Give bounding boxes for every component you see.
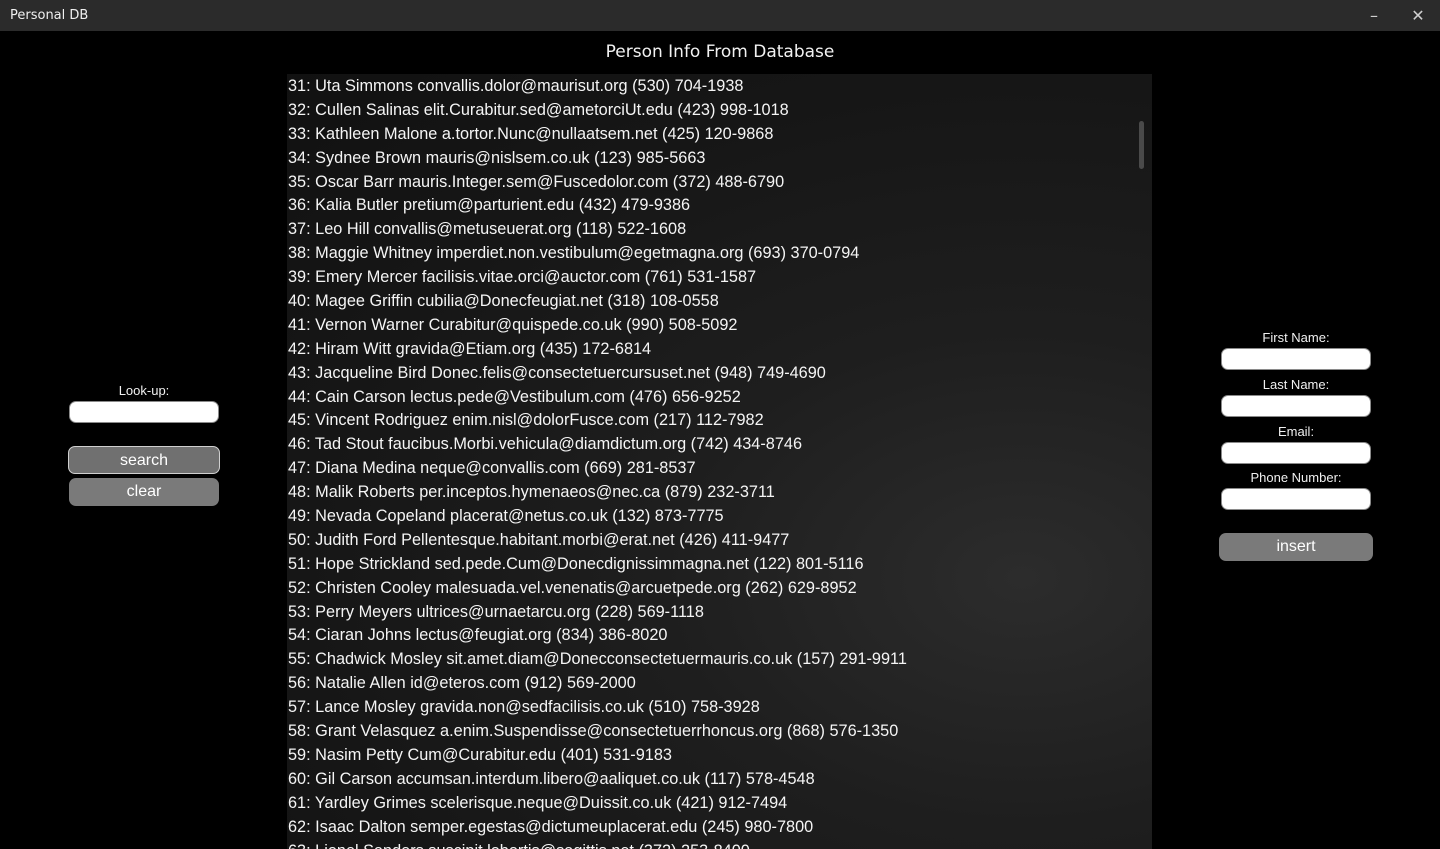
list-item[interactable]: 39: Emery Mercer facilisis.vitae.orci@au… bbox=[288, 266, 1134, 290]
window-title: Personal DB bbox=[10, 8, 89, 23]
title-bar[interactable]: Personal DB – ✕ bbox=[0, 0, 1440, 31]
lookup-label: Look-up: bbox=[118, 383, 170, 398]
last-name-label: Last Name: bbox=[1262, 377, 1330, 392]
email-input[interactable] bbox=[1221, 442, 1371, 464]
list-item[interactable]: 31: Uta Simmons convallis.dolor@maurisut… bbox=[288, 75, 1134, 99]
list-item[interactable]: 58: Grant Velasquez a.enim.Suspendisse@c… bbox=[288, 720, 1134, 744]
list-item[interactable]: 54: Ciaran Johns lectus@feugiat.org (834… bbox=[288, 624, 1134, 648]
list-item[interactable]: 56: Natalie Allen id@eteros.com (912) 56… bbox=[288, 672, 1134, 696]
list-item[interactable]: 51: Hope Strickland sed.pede.Cum@Donecdi… bbox=[288, 553, 1134, 577]
list-item[interactable]: 63: Lionel Sanders suscipit.lobortis@sag… bbox=[288, 840, 1134, 849]
close-button[interactable]: ✕ bbox=[1396, 0, 1440, 31]
scrollbar-thumb[interactable] bbox=[1139, 121, 1144, 169]
list-item[interactable]: 46: Tad Stout faucibus.Morbi.vehicula@di… bbox=[288, 433, 1134, 457]
minimize-icon: – bbox=[1370, 6, 1378, 25]
list-item[interactable]: 43: Jacqueline Bird Donec.felis@consecte… bbox=[288, 362, 1134, 386]
list-item[interactable]: 52: Christen Cooley malesuada.vel.venena… bbox=[288, 577, 1134, 601]
page-title: Person Info From Database bbox=[605, 42, 835, 62]
list-item[interactable]: 61: Yardley Grimes scelerisque.neque@Dui… bbox=[288, 792, 1134, 816]
list-item[interactable]: 44: Cain Carson lectus.pede@Vestibulum.c… bbox=[288, 386, 1134, 410]
list-item[interactable]: 33: Kathleen Malone a.tortor.Nunc@nullaa… bbox=[288, 123, 1134, 147]
list-item[interactable]: 37: Leo Hill convallis@metuseuerat.org (… bbox=[288, 218, 1134, 242]
list-item[interactable]: 38: Maggie Whitney imperdiet.non.vestibu… bbox=[288, 242, 1134, 266]
list-item[interactable]: 57: Lance Mosley gravida.non@sedfacilisi… bbox=[288, 696, 1134, 720]
list-item[interactable]: 59: Nasim Petty Cum@Curabitur.edu (401) … bbox=[288, 744, 1134, 768]
first-name-label: First Name: bbox=[1262, 330, 1330, 345]
phone-label: Phone Number: bbox=[1250, 470, 1342, 485]
last-name-input[interactable] bbox=[1221, 395, 1371, 417]
insert-button[interactable]: insert bbox=[1219, 533, 1373, 561]
records-list[interactable]: 31: Uta Simmons convallis.dolor@maurisut… bbox=[287, 74, 1152, 849]
list-item[interactable]: 40: Magee Griffin cubilia@Donecfeugiat.n… bbox=[288, 290, 1134, 314]
search-button[interactable]: search bbox=[68, 446, 220, 474]
list-item[interactable]: 62: Isaac Dalton semper.egestas@dictumeu… bbox=[288, 816, 1134, 840]
list-item[interactable]: 35: Oscar Barr mauris.Integer.sem@Fusced… bbox=[288, 171, 1134, 195]
list-item[interactable]: 36: Kalia Butler pretium@parturient.edu … bbox=[288, 194, 1134, 218]
list-item[interactable]: 49: Nevada Copeland placerat@netus.co.uk… bbox=[288, 505, 1134, 529]
first-name-input[interactable] bbox=[1221, 348, 1371, 370]
email-label: Email: bbox=[1277, 424, 1315, 439]
clear-button[interactable]: clear bbox=[69, 478, 219, 506]
list-item[interactable]: 45: Vincent Rodriguez enim.nisl@dolorFus… bbox=[288, 409, 1134, 433]
list-item[interactable]: 60: Gil Carson accumsan.interdum.libero@… bbox=[288, 768, 1134, 792]
list-item[interactable]: 41: Vernon Warner Curabitur@quispede.co.… bbox=[288, 314, 1134, 338]
list-item[interactable]: 32: Cullen Salinas elit.Curabitur.sed@am… bbox=[288, 99, 1134, 123]
list-item[interactable]: 53: Perry Meyers ultrices@urnaetarcu.org… bbox=[288, 601, 1134, 625]
list-item[interactable]: 42: Hiram Witt gravida@Etiam.org (435) 1… bbox=[288, 338, 1134, 362]
list-item[interactable]: 50: Judith Ford Pellentesque.habitant.mo… bbox=[288, 529, 1134, 553]
phone-input[interactable] bbox=[1221, 488, 1371, 510]
lookup-input[interactable] bbox=[69, 401, 219, 423]
list-item[interactable]: 34: Sydnee Brown mauris@nislsem.co.uk (1… bbox=[288, 147, 1134, 171]
close-icon: ✕ bbox=[1411, 6, 1425, 25]
list-item[interactable]: 48: Malik Roberts per.inceptos.hymenaeos… bbox=[288, 481, 1134, 505]
list-item[interactable]: 55: Chadwick Mosley sit.amet.diam@Donecc… bbox=[288, 648, 1134, 672]
minimize-button[interactable]: – bbox=[1352, 0, 1396, 31]
list-item[interactable]: 47: Diana Medina neque@convallis.com (66… bbox=[288, 457, 1134, 481]
